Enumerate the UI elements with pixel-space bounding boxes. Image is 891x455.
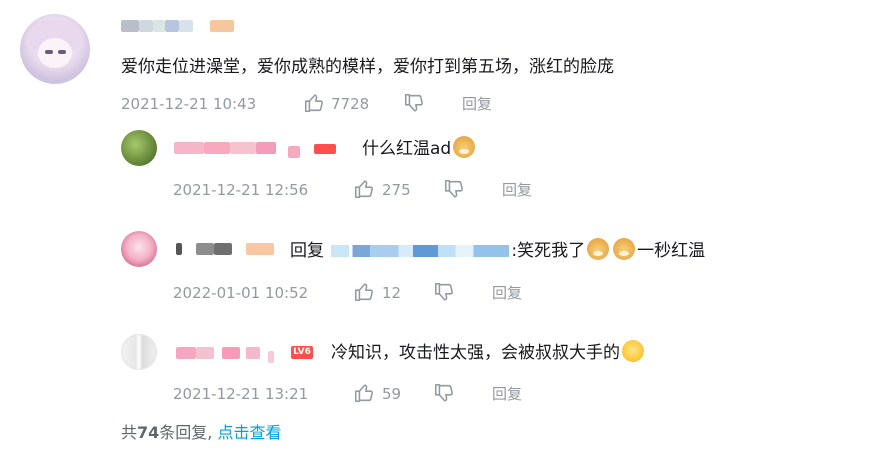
- like-icon[interactable]: [353, 281, 375, 303]
- mention-redacted[interactable]: [331, 245, 510, 257]
- reply-text: 冷知识，攻击性太强，会被叔叔大手的: [331, 340, 646, 364]
- doge-emoji-icon: [587, 238, 610, 260]
- reply-text: 什么红温ad: [362, 136, 477, 160]
- like-icon[interactable]: [353, 382, 375, 404]
- comment-timestamp: 2021-12-21 10:43: [121, 95, 257, 113]
- comment-text: 爱你走位进澡堂，爱你成熟的模样，爱你打到第五场，涨红的脸庞: [121, 57, 614, 77]
- like-count: 12: [382, 284, 402, 302]
- dislike-icon[interactable]: [433, 281, 455, 303]
- reply-timestamp: 2021-12-21 13:21: [173, 385, 309, 403]
- like-count: 59: [382, 385, 402, 403]
- reply-timestamp: 2022-01-01 10:52: [173, 284, 309, 302]
- view-replies-link[interactable]: 点击查看: [217, 423, 281, 442]
- reply-text: 回复 :笑死我了 一秒红温: [290, 238, 705, 262]
- avatar[interactable]: [121, 334, 157, 370]
- doge-emoji-icon: [453, 136, 476, 158]
- avatar-eye: [45, 50, 53, 54]
- dislike-icon[interactable]: [443, 178, 465, 200]
- reply-text-content: 冷知识，攻击性太强，会被叔叔大手的: [331, 343, 620, 363]
- reply-timestamp: 2021-12-21 12:56: [173, 181, 309, 199]
- doge-emoji-icon: [613, 238, 636, 260]
- like-count: 7728: [331, 95, 370, 113]
- like-icon[interactable]: [303, 92, 325, 114]
- footer-prefix: 共: [121, 423, 138, 442]
- avatar-face: [38, 38, 72, 68]
- level-badge: LV6: [291, 346, 313, 359]
- avatar[interactable]: [121, 130, 157, 166]
- reply-text-content: 什么红温ad: [362, 139, 452, 159]
- avatar[interactable]: [121, 231, 157, 267]
- reply-button[interactable]: 回复: [492, 384, 522, 404]
- reply-count: 74: [137, 423, 160, 442]
- avatar-eye: [58, 50, 66, 54]
- reply-prefix: 回复: [290, 241, 324, 261]
- footer-suffix: 条回复,: [159, 423, 218, 442]
- dislike-icon[interactable]: [433, 382, 455, 404]
- like-count: 275: [382, 181, 411, 199]
- reply-text-end: 一秒红温: [637, 241, 706, 261]
- reply-button[interactable]: 回复: [502, 180, 532, 200]
- reply-text-after: :笑死我了: [511, 241, 586, 261]
- dislike-icon[interactable]: [403, 92, 425, 114]
- replies-footer: 共74条回复, 点击查看: [121, 422, 281, 444]
- avatar[interactable]: [20, 14, 90, 84]
- reply-button[interactable]: 回复: [492, 283, 522, 303]
- smirk-emoji-icon: [622, 340, 644, 362]
- like-icon[interactable]: [353, 178, 375, 200]
- reply-button[interactable]: 回复: [462, 94, 492, 114]
